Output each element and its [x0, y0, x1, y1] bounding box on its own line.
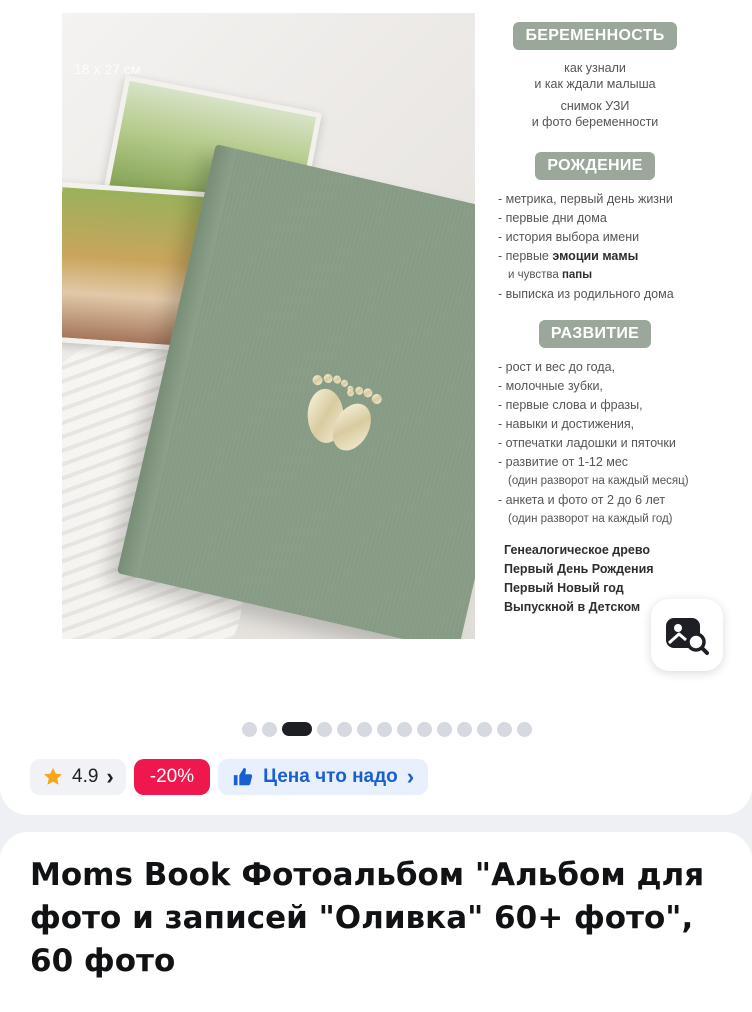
section-heading: БЕРЕМЕННОСТЬ	[513, 22, 677, 50]
pager-dot[interactable]	[377, 721, 392, 737]
section-line: как узнали	[564, 61, 626, 75]
good-price-chip[interactable]: Цена что надо ›	[218, 759, 429, 795]
list-item: - первые дни дома	[498, 211, 607, 225]
list-item: - отпечатки ладошки и пяточки	[498, 436, 676, 450]
list-item: - первые слова и фразы,	[498, 398, 643, 412]
list-item: и чувства папы	[498, 266, 700, 285]
section-line: снимок УЗИ	[560, 99, 630, 113]
thumbs-up-icon	[233, 767, 253, 786]
gallery-pager[interactable]	[242, 721, 532, 737]
section-heading: РОЖДЕНИЕ	[535, 152, 655, 180]
pager-dot[interactable]	[397, 721, 412, 737]
list-item: - рост и вес до года,	[498, 360, 616, 374]
list-item: - метрика, первый день жизни	[498, 192, 673, 206]
discount-badge: -20%	[133, 759, 211, 795]
section-line: и как ждали малыша	[534, 77, 656, 91]
section-heading: РАЗВИТИЕ	[538, 320, 652, 348]
pager-dot[interactable]	[317, 721, 332, 737]
list-item: - анкета и фото от 2 до 6 лет	[498, 493, 666, 507]
pager-dot[interactable]	[337, 721, 352, 737]
chevron-right-icon: ›	[106, 764, 114, 789]
list-item: - история выбора имени	[498, 230, 640, 244]
pager-dot[interactable]	[497, 721, 512, 737]
pager-dot[interactable]	[457, 721, 472, 737]
list-item: - развитие от 1-12 мес	[498, 455, 629, 469]
list-item: - выписка из родильного дома	[498, 287, 674, 301]
list-item-bold: папы	[561, 269, 593, 281]
pager-dot[interactable]	[262, 721, 277, 737]
product-photo: 18 x 27 см	[62, 13, 475, 639]
badge-row: 4.9 › -20% Цена что надо ›	[30, 759, 429, 795]
star-icon	[44, 767, 62, 785]
section-list: - метрика, первый день жизни - первые дн…	[490, 190, 700, 304]
pager-dot[interactable]	[477, 721, 492, 737]
rating-chip[interactable]: 4.9 ›	[30, 759, 126, 795]
list-item-text: и чувства	[508, 269, 562, 281]
section-line: и фото беременности	[531, 115, 659, 129]
list-item-bold: эмоции мамы	[552, 249, 639, 263]
size-watermark: 18 x 27 см	[74, 61, 141, 77]
list-item: - молочные зубки,	[498, 379, 603, 393]
image-search-button[interactable]	[651, 599, 723, 671]
pager-dot[interactable]	[357, 721, 372, 737]
pager-dot[interactable]	[437, 721, 452, 737]
chevron-right-icon: ›	[406, 764, 415, 789]
baby-feet-icon	[307, 374, 382, 451]
list-item-text: - первые	[498, 249, 553, 263]
pager-dot[interactable]	[517, 721, 532, 737]
pager-dot[interactable]	[242, 721, 257, 737]
list-item: (один разворот на каждый месяц)	[508, 475, 689, 487]
image-search-icon	[666, 618, 709, 655]
list-item: - первые эмоции мамы	[498, 247, 700, 266]
section-list: - рост и вес до года, - молочные зубки, …	[490, 358, 700, 529]
good-price-label: Цена что надо	[263, 766, 398, 787]
extras-item: Генеалогическое древо	[504, 543, 650, 557]
pager-dot[interactable]	[417, 721, 432, 737]
extras-item: Первый День Рождения	[504, 562, 654, 576]
product-title: Moms Book Фотоальбом "Альбом для фото и …	[30, 857, 705, 979]
list-item: (один разворот на каждый год)	[508, 513, 673, 525]
rating-value: 4.9	[72, 766, 99, 787]
extras-item: Первый Новый год	[504, 581, 624, 595]
contents-list: БЕРЕМЕННОСТЬ как узнали и как ждали малы…	[490, 22, 700, 642]
pager-dot-active[interactable]	[282, 722, 312, 736]
product-image-gallery[interactable]: 18 x 27 см БЕРЕМЕННОСТЬ как узнали и как…	[0, 0, 752, 700]
list-item: - навыки и достижения,	[498, 417, 635, 431]
